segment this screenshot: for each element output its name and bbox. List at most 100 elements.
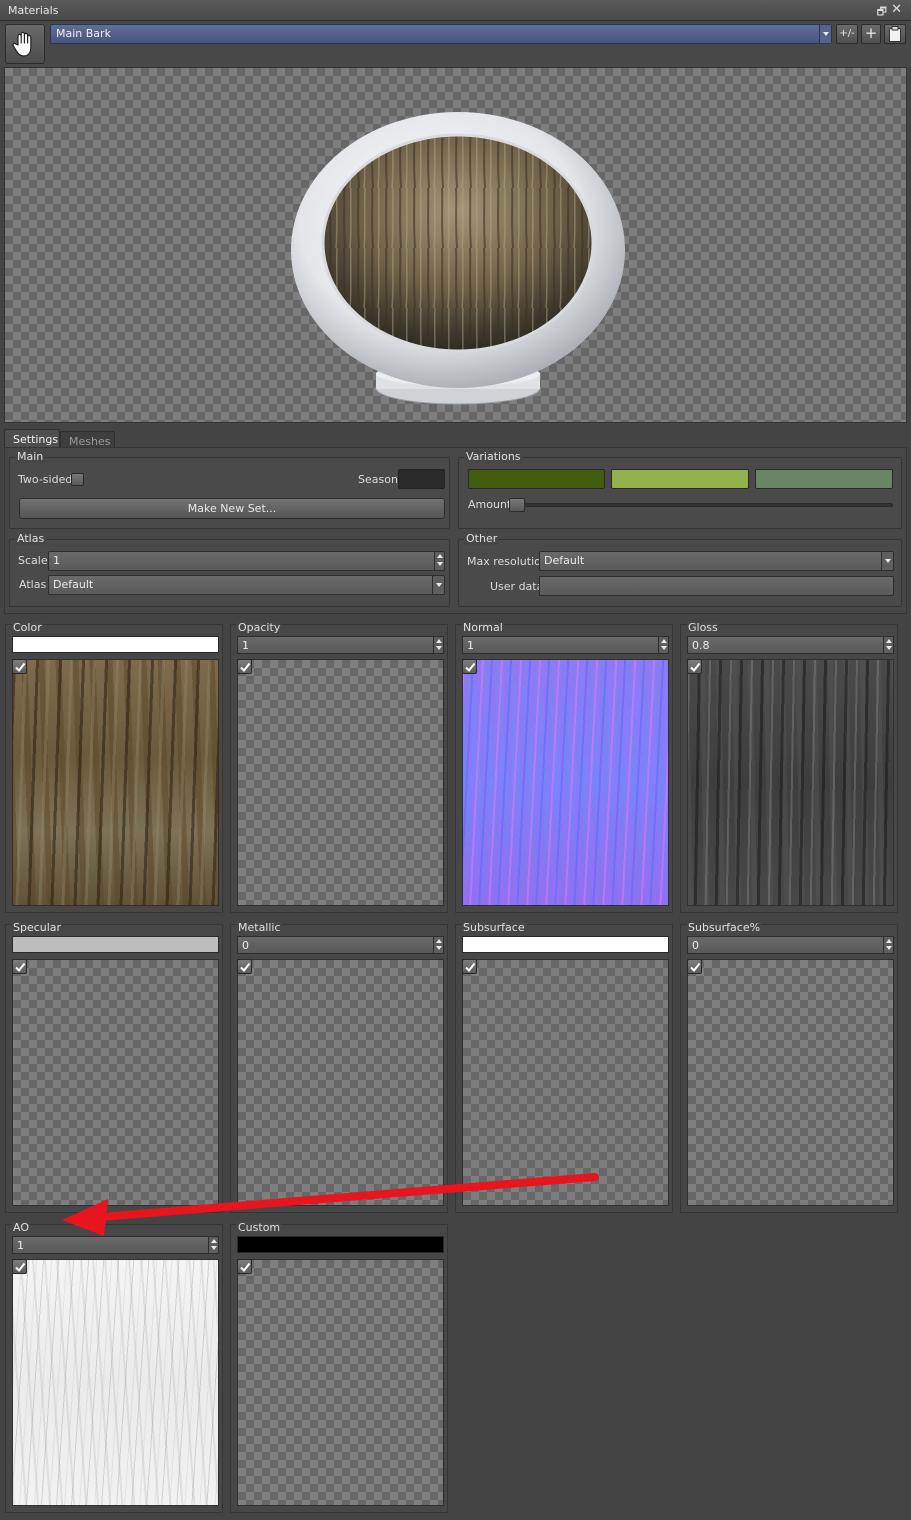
specular-map-checkbox[interactable] [12,959,27,974]
metallic-value-input[interactable]: 0 [237,936,444,954]
two-sided-label: Two-sided [18,473,73,486]
amount-slider-track[interactable] [509,503,893,507]
ao-value-input[interactable]: 1 [12,1236,219,1254]
color-map-checkbox[interactable] [12,659,27,674]
opacity-spinner[interactable] [433,637,443,653]
main-group: Main Two-sided Season Make New Set... [9,451,450,529]
amount-slider-handle[interactable] [509,498,525,512]
subsurface-texture-slot[interactable] [462,959,669,1206]
chevron-down-icon[interactable] [819,25,831,43]
settings-panel: Main Two-sided Season Make New Set... Va… [4,447,907,614]
tab-meshes[interactable]: Meshes [60,431,115,448]
metallic-value: 0 [242,939,249,952]
opacity-texture-slot[interactable] [237,659,444,906]
max-resolution-value: Default [544,554,585,567]
chevron-down-icon[interactable] [432,576,444,594]
atlas-group: Atlas Scale 1 Atlas Default [9,533,450,607]
scale-value: 1 [53,554,60,567]
subsurface-percent-input[interactable]: 0 [687,936,894,954]
normal-map-label: Normal [462,621,504,634]
custom-map-tile: Custom [230,1221,448,1513]
scale-label: Scale [18,554,48,567]
two-sided-checkbox[interactable] [71,473,84,486]
checkmark-icon [15,1262,26,1273]
normal-map-tile: Normal 1 [455,621,673,913]
color-texture-slot[interactable] [12,659,219,906]
variation-color-1[interactable] [468,469,605,489]
chevron-down-icon[interactable] [881,552,893,570]
material-preview[interactable] [4,67,907,423]
checkmark-icon [240,662,251,673]
subsurface-percent-texture-slot[interactable] [687,959,894,1206]
add-material-button[interactable]: + [861,24,881,44]
subsurface-map-swatch[interactable] [462,936,669,953]
custom-map-label: Custom [237,1221,282,1234]
gloss-spinner[interactable] [883,637,893,653]
season-color-swatch[interactable] [398,469,445,489]
subsurface-map-label: Subsurface [462,921,526,934]
gloss-map-checkbox[interactable] [687,659,702,674]
ao-map-tile: AO 1 [5,1221,223,1513]
subsurface-percent-checkbox[interactable] [687,959,702,974]
custom-map-swatch[interactable] [237,1236,444,1253]
subsurface-map-checkbox[interactable] [462,959,477,974]
ao-texture-slot[interactable] [12,1259,219,1506]
variations-group: Variations Amount [458,451,902,529]
gloss-value-input[interactable]: 0.8 [687,636,894,654]
subsurface-percent-value: 0 [692,939,699,952]
variation-color-2[interactable] [611,469,749,489]
gloss-texture-slot[interactable] [687,659,894,906]
normal-texture-slot[interactable] [462,659,669,906]
specular-map-swatch[interactable] [12,936,219,953]
opacity-value-input[interactable]: 1 [237,636,444,654]
tab-settings[interactable]: Settings [4,429,60,448]
color-map-label: Color [12,621,43,634]
hand-tool-button[interactable] [5,24,45,64]
other-group: Other Max resolution Default User data [458,533,902,607]
opacity-map-label: Opacity [237,621,282,634]
specular-map-tile: Specular [5,922,223,1213]
checkmark-icon [15,662,26,673]
custom-texture-slot[interactable] [237,1259,444,1506]
opacity-map-checkbox[interactable] [237,659,252,674]
color-map-swatch[interactable] [12,636,219,653]
close-icon[interactable]: ✕ [891,2,902,17]
metallic-texture-slot[interactable] [237,959,444,1206]
restore-icon[interactable]: 🗗 [877,3,887,22]
atlas-group-title: Atlas [15,532,47,545]
checkmark-icon [15,962,26,973]
user-data-input[interactable] [539,576,894,596]
window-titlebar: Materials 🗗 ✕ [0,0,911,21]
subsurface-map-tile: Subsurface [455,921,673,1213]
material-select-value: Main Bark [56,27,111,40]
metallic-spinner[interactable] [433,937,443,953]
preview-sphere [291,112,625,405]
normal-spinner[interactable] [658,637,668,653]
material-toolbar: Main Bark +/- + [0,21,911,67]
make-new-set-button[interactable]: Make New Set... [19,498,445,519]
scale-spinner[interactable] [434,552,444,570]
normal-value-input[interactable]: 1 [462,636,669,654]
ao-value: 1 [17,1239,24,1252]
normal-map-checkbox[interactable] [462,659,477,674]
atlas-select[interactable]: Default [48,575,445,595]
ao-map-label: AO [12,1221,30,1234]
specular-texture-slot[interactable] [12,959,219,1206]
clipboard-icon [889,26,901,42]
atlas-label: Atlas [19,578,47,591]
material-select[interactable]: Main Bark [50,24,832,44]
metallic-map-checkbox[interactable] [237,959,252,974]
variation-color-3[interactable] [755,469,893,489]
ao-map-checkbox[interactable] [12,1259,27,1274]
normal-value: 1 [467,639,474,652]
paste-button[interactable] [884,24,906,44]
max-resolution-select[interactable]: Default [539,551,894,571]
user-data-label: User data [490,580,544,593]
subsurface-percent-spinner[interactable] [883,937,893,953]
add-remove-button[interactable]: +/- [836,24,858,44]
ao-spinner[interactable] [208,1237,218,1253]
custom-map-checkbox[interactable] [237,1259,252,1274]
scale-input[interactable]: 1 [48,551,445,571]
subsurface-percent-map-tile: Subsurface% 0 [680,922,898,1213]
gloss-map-label: Gloss [687,621,719,634]
